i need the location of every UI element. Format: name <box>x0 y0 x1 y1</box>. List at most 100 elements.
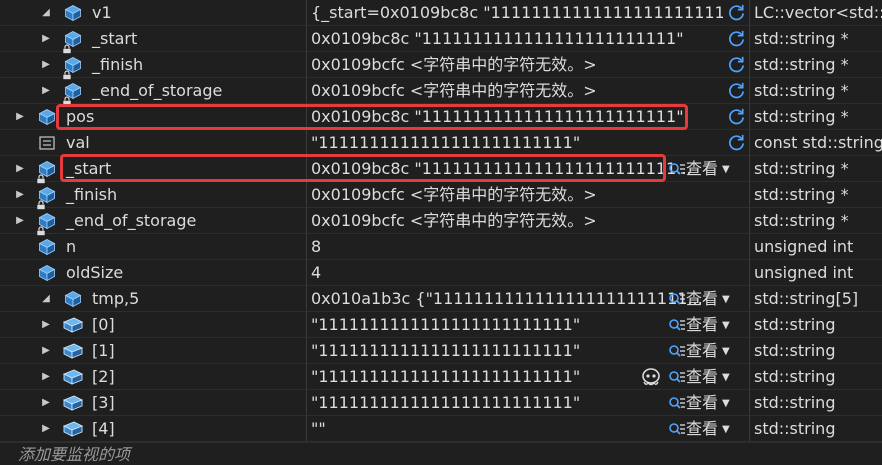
column-separator[interactable] <box>749 286 750 311</box>
expand-arrow-icon[interactable]: ▶ <box>14 156 26 181</box>
watch-row[interactable]: ▶ _start 0x0109bc8c "111111111111111111111… <box>0 26 882 54</box>
watch-row[interactable]: n 8 unsigned int <box>0 234 882 260</box>
watch-row[interactable]: ▶ _finish 0x0109bcfc <字符串中的字符无效。> std::stri… <box>0 52 882 80</box>
column-separator[interactable] <box>306 52 307 77</box>
text-visualizer-button[interactable]: 查看 ▼ <box>668 416 730 441</box>
variable-value[interactable]: "" <box>311 416 723 441</box>
chevron-down-icon[interactable]: ▼ <box>722 424 730 435</box>
expand-arrow-icon[interactable]: ▶ <box>14 182 26 207</box>
expand-arrow-icon[interactable]: ▶ <box>40 416 52 441</box>
text-visualizer-button[interactable]: 查看 ▼ <box>668 364 730 389</box>
variable-value[interactable]: 0x0109bcfc <字符串中的字符无效。> <box>311 182 723 207</box>
watch-row[interactable]: ▶ _start 0x0109bc8c "111111111111111111111… <box>0 156 882 184</box>
expand-arrow-icon[interactable]: ▶ <box>40 338 52 363</box>
column-separator[interactable] <box>306 338 307 363</box>
column-separator[interactable] <box>749 26 750 51</box>
text-visualizer-button[interactable]: 查看 ▼ <box>668 312 730 337</box>
column-separator[interactable] <box>749 130 750 155</box>
column-separator[interactable] <box>749 104 750 129</box>
text-visualizer-button[interactable]: 查看 ▼ <box>668 286 730 311</box>
variable-value[interactable]: 0x0109bcfc <字符串中的字符无效。> <box>311 78 723 103</box>
refresh-icon[interactable] <box>727 81 746 100</box>
refresh-icon[interactable] <box>727 3 746 22</box>
collapse-arrow-icon[interactable]: ◢ <box>40 286 52 311</box>
chevron-down-icon[interactable]: ▼ <box>722 372 730 383</box>
column-separator[interactable] <box>306 260 307 285</box>
expand-arrow-icon[interactable]: ▶ <box>14 208 26 233</box>
variable-value[interactable]: 0x0109bc8c "1111111111111111111111111" <box>311 26 723 51</box>
add-watch-row[interactable]: 添加要监视的项 <box>0 442 882 464</box>
expand-arrow-icon[interactable]: ▶ <box>14 104 26 129</box>
watch-row[interactable]: ◢ v1 {_start=0x0109bc8c "11111111111111111… <box>0 0 882 26</box>
column-separator[interactable] <box>749 364 750 389</box>
text-visualizer-button[interactable]: 查看 ▼ <box>668 390 730 415</box>
column-separator[interactable] <box>749 312 750 337</box>
expand-arrow-icon[interactable]: ▶ <box>40 78 52 103</box>
refresh-icon[interactable] <box>727 29 746 48</box>
column-separator[interactable] <box>306 182 307 207</box>
watch-row[interactable]: oldSize 4 unsigned int <box>0 260 882 286</box>
watch-row[interactable]: ▶ _end_of_storage 0x0109bcfc <字符串中的字符无效。> s… <box>0 208 882 236</box>
variable-value[interactable]: "1111111111111111111111111" <box>311 338 723 363</box>
column-separator[interactable] <box>749 338 750 363</box>
column-separator[interactable] <box>306 312 307 337</box>
copilot-icon[interactable] <box>640 367 662 387</box>
variable-value[interactable]: "1111111111111111111111111" <box>311 130 723 155</box>
watch-row[interactable]: ▶ [2] "1111111111111111111111111" 查看 ▼ std::s… <box>0 364 882 390</box>
column-separator[interactable] <box>306 130 307 155</box>
expand-arrow-icon[interactable]: ▶ <box>40 26 52 51</box>
column-separator[interactable] <box>306 286 307 311</box>
column-separator[interactable] <box>749 390 750 415</box>
watch-row[interactable]: val "1111111111111111111111111" const std:… <box>0 130 882 156</box>
variable-value[interactable]: "1111111111111111111111111" <box>311 312 723 337</box>
column-separator[interactable] <box>306 0 307 25</box>
expand-arrow-icon[interactable]: ▶ <box>40 312 52 337</box>
column-separator[interactable] <box>306 208 307 233</box>
column-separator[interactable] <box>749 156 750 181</box>
variable-value[interactable]: 0x0109bcfc <字符串中的字符无效。> <box>311 208 723 233</box>
watch-row[interactable]: ▶ [0] "1111111111111111111111111" 查看 ▼ std::s… <box>0 312 882 338</box>
watch-row[interactable]: ◢ tmp,5 0x010a1b3c {"111111111111111111111… <box>0 286 882 312</box>
column-separator[interactable] <box>306 104 307 129</box>
column-separator[interactable] <box>306 234 307 259</box>
variable-value[interactable]: 0x010a1b3c {"1111111111111111111111111..… <box>311 286 723 311</box>
variable-value[interactable]: 0x0109bc8c "1111111111111111111111111" <box>311 104 723 129</box>
watch-row[interactable]: ▶ _end_of_storage 0x0109bcfc <字符串中的字符无效。> s… <box>0 78 882 106</box>
column-separator[interactable] <box>749 416 750 441</box>
column-separator[interactable] <box>749 260 750 285</box>
refresh-icon[interactable] <box>727 107 746 126</box>
chevron-down-icon[interactable]: ▼ <box>722 320 730 331</box>
column-separator[interactable] <box>306 78 307 103</box>
refresh-icon[interactable] <box>727 133 746 152</box>
chevron-down-icon[interactable]: ▼ <box>722 398 730 409</box>
column-separator[interactable] <box>306 364 307 389</box>
variable-value[interactable]: {_start=0x0109bc8c "11111111111111111111… <box>311 0 723 25</box>
column-separator[interactable] <box>306 416 307 441</box>
variable-value[interactable]: 0x0109bc8c "1111111111111111111111111... <box>311 156 723 181</box>
variable-value[interactable]: 8 <box>311 234 723 259</box>
watch-row[interactable]: ▶ [4] "" 查看 ▼ std::string <box>0 416 882 442</box>
chevron-down-icon[interactable]: ▼ <box>722 294 730 305</box>
column-separator[interactable] <box>306 26 307 51</box>
watch-row[interactable]: ▶ [3] "1111111111111111111111111" 查看 ▼ std::s… <box>0 390 882 416</box>
variable-value[interactable]: 4 <box>311 260 723 285</box>
column-separator[interactable] <box>306 390 307 415</box>
watch-row[interactable]: ▶ [1] "1111111111111111111111111" 查看 ▼ std::s… <box>0 338 882 364</box>
column-separator[interactable] <box>749 208 750 233</box>
variable-value[interactable]: 0x0109bcfc <字符串中的字符无效。> <box>311 52 723 77</box>
column-separator[interactable] <box>306 156 307 181</box>
expand-arrow-icon[interactable]: ▶ <box>40 52 52 77</box>
chevron-down-icon[interactable]: ▼ <box>722 164 730 175</box>
expand-arrow-icon[interactable]: ▶ <box>40 390 52 415</box>
expand-arrow-icon[interactable]: ▶ <box>40 364 52 389</box>
column-separator[interactable] <box>749 182 750 207</box>
watch-row[interactable]: ▶ _finish 0x0109bcfc <字符串中的字符无效。> std::stri… <box>0 182 882 210</box>
collapse-arrow-icon[interactable]: ◢ <box>40 0 52 25</box>
chevron-down-icon[interactable]: ▼ <box>722 346 730 357</box>
refresh-icon[interactable] <box>727 55 746 74</box>
variable-value[interactable]: "1111111111111111111111111" <box>311 390 723 415</box>
text-visualizer-button[interactable]: 查看 ▼ <box>668 338 730 363</box>
watch-row[interactable]: ▶ pos 0x0109bc8c "111111111111111111111111… <box>0 104 882 130</box>
column-separator[interactable] <box>749 234 750 259</box>
column-separator[interactable] <box>749 0 750 25</box>
